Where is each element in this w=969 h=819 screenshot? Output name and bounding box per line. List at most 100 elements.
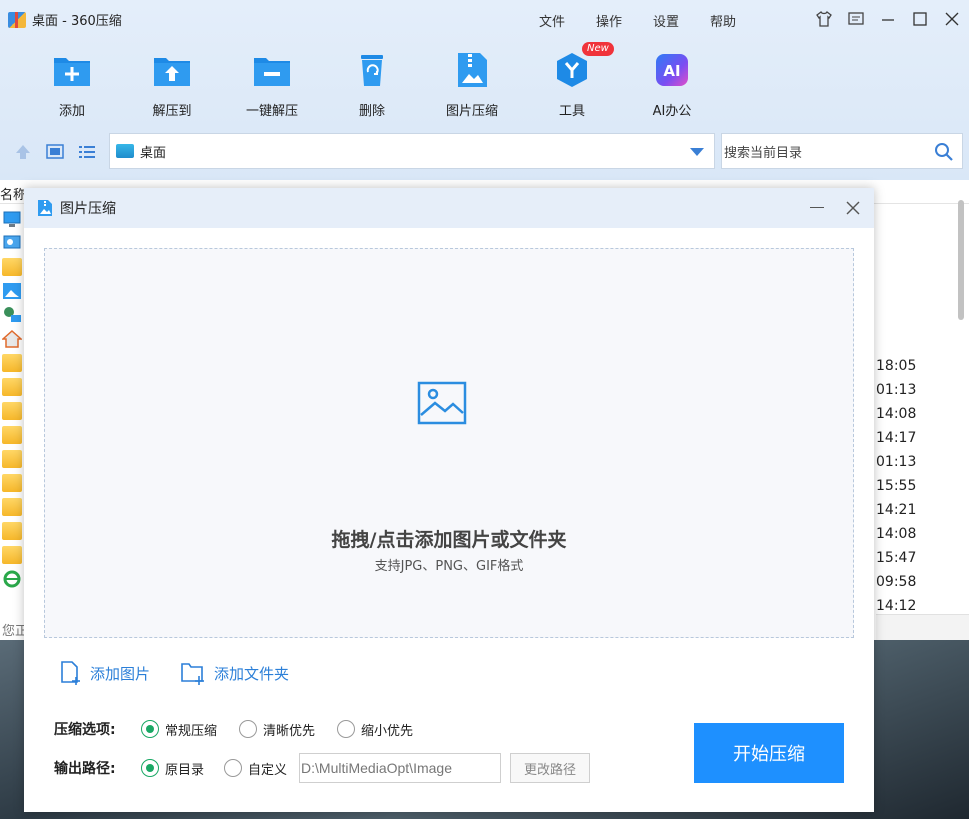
delete-label: 删除 xyxy=(358,104,385,119)
modified-times: 18:05 01:13 14:08 14:17 01:13 15:55 14:2… xyxy=(876,356,916,620)
radio-custom-dir[interactable]: 自定义 xyxy=(224,759,287,778)
home-icon[interactable] xyxy=(1,329,23,348)
dialog-title: 图片压缩 xyxy=(60,201,116,217)
folder-icon[interactable] xyxy=(2,354,22,372)
desktop-folder-icon xyxy=(116,144,134,158)
titlebar-area: 桌面 - 360压缩 文件 操作 设置 帮助 添加 解压到 一键解压 删除 图片… xyxy=(0,0,969,180)
drop-subtitle: 支持JPG、PNG、GIF格式 xyxy=(374,559,524,574)
dropdown-arrow-icon[interactable] xyxy=(690,148,704,156)
menu-settings[interactable]: 设置 xyxy=(653,11,679,30)
radio-normal-compress[interactable]: 常规压缩 xyxy=(141,720,217,739)
toolbar: 添加 解压到 一键解压 删除 图片压缩 New 工具 AI AI办公 xyxy=(22,42,722,119)
add-folder-button[interactable]: 添加文件夹 xyxy=(180,660,289,686)
image-compress-dialog: 图片压缩 拖拽/点击添加图片或文件夹 支持JPG、PNG、GIF格式 添加图片 … xyxy=(24,188,874,812)
menu-operation[interactable]: 操作 xyxy=(596,11,622,30)
folder-icon[interactable] xyxy=(2,450,22,468)
radio-dot-icon xyxy=(337,720,356,738)
image-compress-label: 图片压缩 xyxy=(445,104,498,119)
extract-to-button[interactable]: 解压到 xyxy=(122,50,222,119)
time-cell: 15:47 xyxy=(876,550,917,566)
folder-icon[interactable] xyxy=(2,378,22,396)
radio-dot-icon xyxy=(141,720,159,738)
time-cell: 15:55 xyxy=(876,478,917,494)
folder-icon[interactable] xyxy=(2,474,22,492)
extract-to-label: 解压到 xyxy=(152,104,192,119)
time-cell: 14:17 xyxy=(876,430,917,446)
column-name[interactable]: 名称 xyxy=(0,184,26,203)
one-click-extract-button[interactable]: 一键解压 xyxy=(222,50,322,119)
feedback-icon[interactable] xyxy=(847,10,865,28)
folder-icon[interactable] xyxy=(2,258,22,276)
folder-icon[interactable] xyxy=(2,426,22,444)
time-cell: 18:05 xyxy=(876,358,917,374)
search-placeholder: 搜索当前目录 xyxy=(724,145,803,161)
dialog-close-icon[interactable] xyxy=(844,199,862,217)
navbar: 桌面 搜索当前目录 xyxy=(0,133,969,171)
output-path-label: 输出路径: xyxy=(54,761,116,777)
menu-help[interactable]: 帮助 xyxy=(710,11,736,30)
ai-office-icon: AI xyxy=(652,50,692,90)
maximize-icon[interactable] xyxy=(911,10,929,28)
close-icon[interactable] xyxy=(943,10,961,28)
drop-title: 拖拽/点击添加图片或文件夹 xyxy=(331,529,567,551)
image-compress-button[interactable]: 图片压缩 xyxy=(422,50,522,119)
radio-label: 自定义 xyxy=(248,762,288,778)
compress-options-label: 压缩选项: xyxy=(54,722,116,738)
folder-icon[interactable] xyxy=(2,546,22,564)
computer-icon[interactable] xyxy=(2,210,22,228)
vertical-scrollbar[interactable] xyxy=(955,188,967,616)
change-path-button[interactable]: 更改路径 xyxy=(510,753,591,783)
dialog-minimize-icon[interactable] xyxy=(810,207,824,208)
path-combobox[interactable]: 桌面 xyxy=(109,133,715,169)
status-bar xyxy=(876,614,969,640)
new-badge: New xyxy=(582,42,614,56)
time-cell: 09:58 xyxy=(876,574,917,590)
folder-icon[interactable] xyxy=(2,498,22,516)
drop-zone[interactable]: 拖拽/点击添加图片或文件夹 支持JPG、PNG、GIF格式 xyxy=(44,248,854,638)
control-panel-icon[interactable] xyxy=(2,234,22,252)
radio-original-dir[interactable]: 原目录 xyxy=(141,759,204,778)
thumbnail-view-icon[interactable] xyxy=(45,143,65,161)
ai-office-label: AI办公 xyxy=(652,104,692,119)
add-button[interactable]: 添加 xyxy=(22,50,122,119)
image-icon xyxy=(417,381,467,425)
skin-icon[interactable] xyxy=(815,10,833,28)
add-image-button[interactable]: 添加图片 xyxy=(58,660,150,686)
network-icon[interactable] xyxy=(2,306,22,324)
delete-button[interactable]: 删除 xyxy=(322,50,422,119)
compress-options-row: 压缩选项: 常规压缩 清晰优先 缩小优先 xyxy=(54,719,435,739)
folder-icon[interactable] xyxy=(2,402,22,420)
radio-clarity-first[interactable]: 清晰优先 xyxy=(239,720,315,739)
extract-to-icon xyxy=(152,50,192,90)
browser-icon[interactable] xyxy=(2,570,22,588)
start-compress-button[interactable]: 开始压缩 xyxy=(694,723,844,783)
list-view-icon[interactable] xyxy=(77,143,97,161)
time-cell: 01:13 xyxy=(876,454,917,470)
file-icons-column xyxy=(1,210,24,594)
tools-button[interactable]: New 工具 xyxy=(522,42,622,119)
add-image-label: 添加图片 xyxy=(90,664,151,683)
search-icon[interactable] xyxy=(934,142,954,162)
tools-icon xyxy=(552,50,592,90)
app-title-text: 桌面 - 360压缩 xyxy=(32,14,122,29)
pictures-icon[interactable] xyxy=(2,282,22,300)
minimize-icon[interactable] xyxy=(879,10,897,28)
radio-label: 清晰优先 xyxy=(263,723,316,739)
image-compress-icon xyxy=(452,50,492,90)
window-controls xyxy=(815,10,961,28)
search-input[interactable]: 搜索当前目录 xyxy=(721,133,963,169)
add-icon xyxy=(52,50,92,90)
radio-size-first[interactable]: 缩小优先 xyxy=(337,720,413,739)
up-arrow-icon[interactable] xyxy=(13,143,33,161)
folder-icon[interactable] xyxy=(2,522,22,540)
add-actions: 添加图片 添加文件夹 xyxy=(58,660,289,686)
output-path-input[interactable]: D:\MultiMediaOpt\Image xyxy=(299,753,502,783)
add-folder-icon xyxy=(181,663,205,685)
nav-icons xyxy=(13,143,97,161)
scroll-thumb[interactable] xyxy=(958,200,964,320)
tools-label: 工具 xyxy=(558,104,585,119)
radio-label: 常规压缩 xyxy=(165,723,218,739)
ai-office-button[interactable]: AI AI办公 xyxy=(622,50,722,119)
menu-file[interactable]: 文件 xyxy=(539,11,565,30)
image-compress-icon xyxy=(38,200,52,216)
